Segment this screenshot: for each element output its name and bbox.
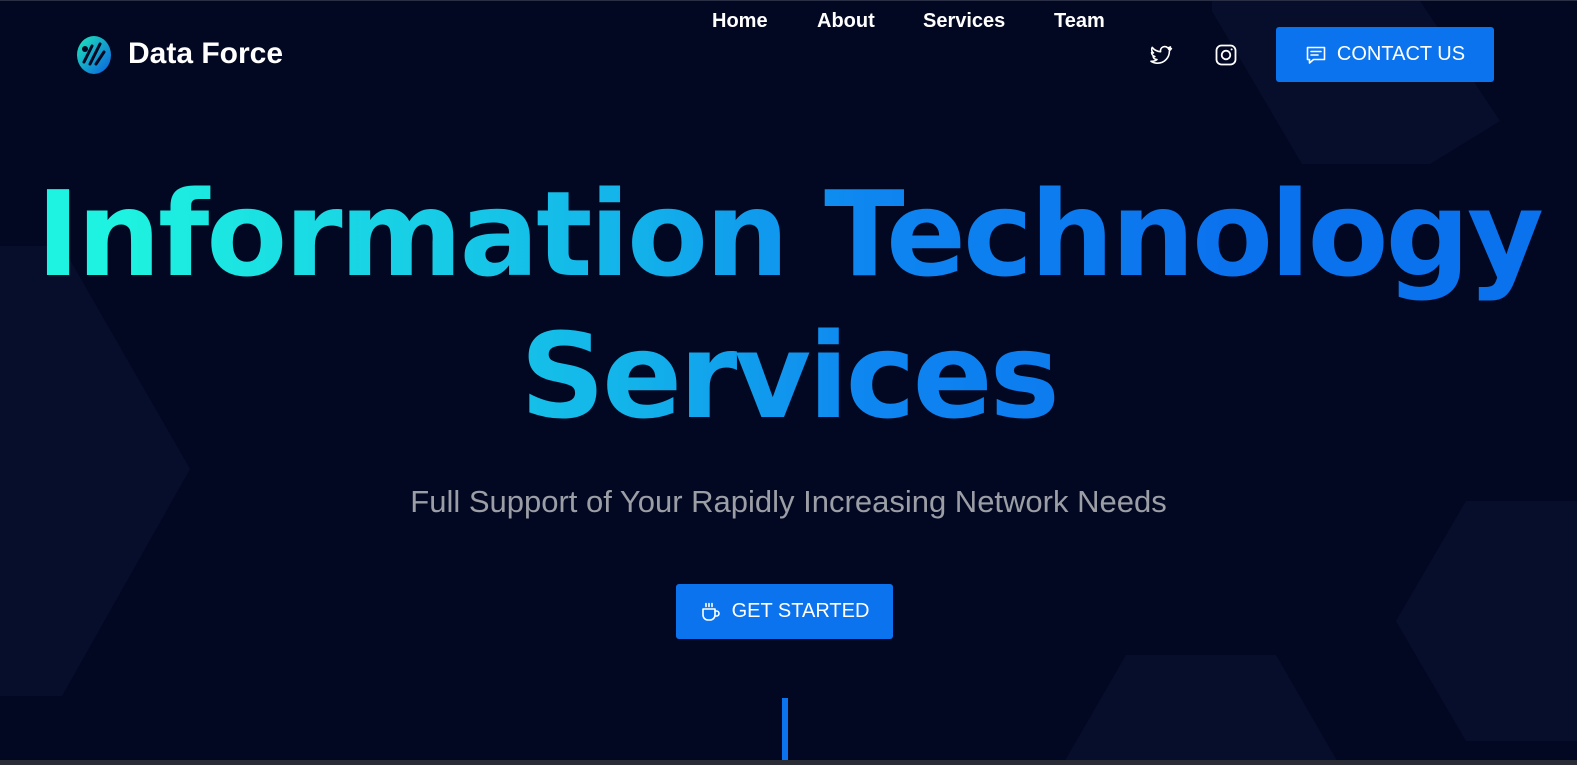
nav-team[interactable]: Team: [1054, 1, 1105, 41]
hero-title: Information Technology Services: [0, 163, 1577, 447]
scroll-indicator: [782, 698, 788, 760]
chat-icon: [1305, 44, 1327, 66]
brand-logo[interactable]: Data Force: [76, 31, 283, 77]
data-force-logo-icon: [76, 31, 112, 77]
nav-services[interactable]: Services: [923, 1, 1005, 41]
get-started-button[interactable]: GET STARTED: [676, 584, 893, 639]
nav-about[interactable]: About: [817, 1, 875, 41]
landing-page: Data Force Home About Services Team CONT…: [0, 0, 1577, 765]
instagram-icon[interactable]: [1214, 43, 1238, 67]
contact-us-button[interactable]: CONTACT US: [1276, 27, 1494, 82]
hero-title-line2: Services: [520, 307, 1057, 445]
hero-subtitle: Full Support of Your Rapidly Increasing …: [410, 484, 1167, 519]
get-started-label: GET STARTED: [731, 600, 870, 622]
brand-name: Data Force: [128, 37, 284, 70]
nav-home[interactable]: Home: [712, 1, 768, 41]
hero-title-line1: Information Technology: [36, 165, 1541, 303]
page-bottom-edge: [0, 760, 1577, 765]
twitter-icon[interactable]: [1149, 43, 1173, 67]
contact-us-label: CONTACT US: [1336, 43, 1466, 65]
coffee-cup-icon: [700, 601, 722, 623]
site-header: Data Force Home About Services Team CONT…: [0, 1, 1577, 109]
